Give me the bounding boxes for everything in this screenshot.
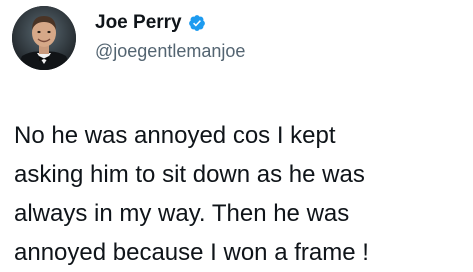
author-display-name[interactable]: Joe Perry (95, 12, 182, 34)
tweet-text-line: asking him to sit down as he was (14, 161, 365, 188)
tweet-card: Joe Perry @joegentlemanjoe No he was ann… (0, 0, 473, 272)
avatar[interactable] (12, 6, 76, 70)
avatar-photo (12, 6, 76, 70)
tweet-text-line: always in my way. Then he was (14, 200, 350, 227)
tweet-text-line: annoyed because I won a frame ! (14, 239, 369, 266)
author-handle[interactable]: @joegentlemanjoe (95, 41, 245, 62)
verified-badge-icon (188, 15, 205, 31)
author-name-row: Joe Perry (95, 10, 206, 36)
tweet-text-line: No he was annoyed cos I kept (14, 122, 336, 149)
tweet-text: No he was annoyed cos I kept asking him … (14, 116, 464, 272)
